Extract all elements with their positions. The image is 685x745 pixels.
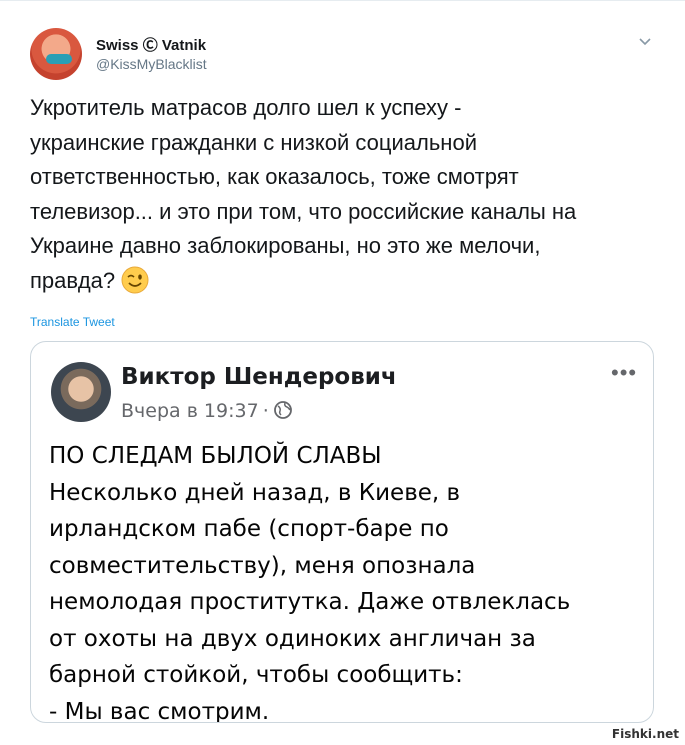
quoted-post-line: от охоты на двух одиноких англичан за <box>49 625 536 652</box>
winking-face-icon <box>121 266 149 293</box>
quoted-post-line: немолодая проститутка. Даже отвлеклась <box>49 589 571 615</box>
quoted-post-line: совместительству), меня опознала <box>49 552 476 579</box>
author-name[interactable]: Swiss Ⓒ Vatnik <box>96 34 206 55</box>
quoted-post-line: - Мы вас смотрим. <box>49 698 270 723</box>
quoted-post-time[interactable]: Вчера в 19:37 <box>121 400 259 422</box>
watermark: Fishki.net <box>611 727 679 741</box>
quoted-post-line: барной стойкой, чтобы сообщить: <box>49 662 463 688</box>
quoted-author-avatar[interactable] <box>51 362 111 422</box>
tweet-text: Укротитель матрасов долго шел к успеху -… <box>30 91 670 298</box>
globe-icon <box>273 401 292 419</box>
quoted-author-name[interactable]: Виктор Шендерович <box>121 364 397 390</box>
avatar-glasses <box>46 54 72 64</box>
quoted-post-line: ПО СЛЕДАМ БЫЛОЙ СЛАВЫ <box>49 443 382 469</box>
more-options-icon[interactable]: ••• <box>611 360 637 386</box>
quoted-post-card[interactable]: Виктор Шендерович Вчера в 19:37 · ••• ПО … <box>30 341 654 723</box>
author-avatar[interactable] <box>30 28 82 80</box>
tweet-text-body: Укротитель матрасов долго шел к успеху -… <box>30 95 577 293</box>
quoted-post-text: ПО СЛЕДАМ БЫЛОЙ СЛАВЫ Несколько дней наз… <box>49 438 649 723</box>
chevron-down-icon[interactable] <box>638 34 652 48</box>
tweet: Swiss Ⓒ Vatnik @KissMyBlacklist Укротите… <box>0 0 685 745</box>
meta-separator: · <box>262 400 269 422</box>
quoted-post-meta: Вчера в 19:37 · <box>121 400 293 422</box>
author-handle[interactable]: @KissMyBlacklist <box>96 56 207 72</box>
translate-tweet-link[interactable]: Translate Tweet <box>30 315 115 329</box>
quoted-post-line: Несколько дней назад, в Киеве, в <box>49 479 461 506</box>
quoted-post-line: ирландском пабе (спорт-баре по <box>49 516 449 542</box>
